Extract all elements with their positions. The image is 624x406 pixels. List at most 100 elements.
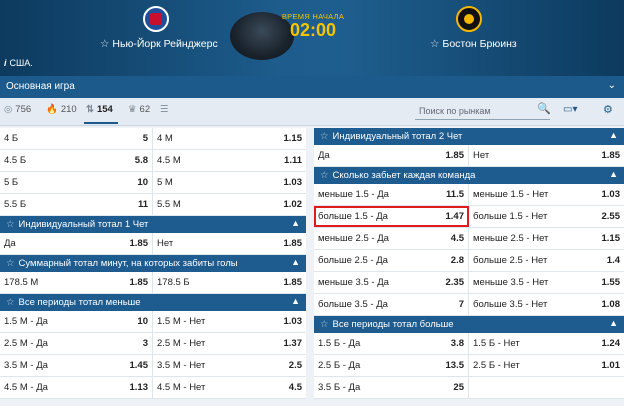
market-row: 3.5 Б - Да 25 xyxy=(314,377,624,399)
bet-outcome[interactable]: 3.5 М - Нет 2.5 xyxy=(153,355,306,376)
bet-outcome[interactable]: больше 3.5 - Нет 1.08 xyxy=(469,294,624,315)
section-header[interactable]: ☆ Индивидуальный тотал 1 Чет ▲ xyxy=(0,216,306,233)
bet-outcome[interactable]: 2.5 Б - Нет 1.01 xyxy=(469,355,624,376)
collapse-icon[interactable]: ▲ xyxy=(609,130,618,140)
collapse-icon[interactable]: ▲ xyxy=(609,318,618,328)
bet-outcome[interactable]: 5 Б 10 xyxy=(0,172,153,193)
odds-value: 3.8 xyxy=(450,338,464,349)
section-header[interactable]: ☆ Суммарный тотал минут, на которых забит… xyxy=(0,255,306,272)
bet-outcome[interactable]: 178.5 М 1.85 xyxy=(0,272,153,293)
collapse-icon[interactable]: ▲ xyxy=(291,296,300,306)
bet-outcome[interactable]: больше 2.5 - Да 2.8 xyxy=(314,250,469,271)
bet-outcome[interactable]: 3.5 Б - Да 25 xyxy=(314,377,469,398)
collapse-icon[interactable]: ▲ xyxy=(291,257,300,267)
filter-popular[interactable]: 🔥 210 xyxy=(46,104,77,115)
outcome-label: 4 Б xyxy=(4,133,19,144)
outcome-label: меньше 1.5 - Нет xyxy=(473,189,549,200)
bet-outcome[interactable]: Нет 1.85 xyxy=(153,233,306,254)
outcome-label: 5.5 М xyxy=(157,199,181,210)
bet-outcome[interactable]: Нет 1.85 xyxy=(469,145,624,166)
odds-value: 1.47 xyxy=(445,211,465,222)
filter-all[interactable]: ◎ 756 xyxy=(4,104,31,115)
odds-value: 13.5 xyxy=(445,360,465,371)
bet-outcome[interactable]: 2.5 Б - Да 13.5 xyxy=(314,355,469,376)
outcome-label: 1.5 М - Да xyxy=(4,316,48,327)
layout-icon[interactable]: ▭▾ xyxy=(563,104,577,115)
bet-outcome[interactable]: меньше 1.5 - Нет 1.03 xyxy=(469,184,624,205)
bet-outcome[interactable]: 1.5 Б - Да 3.8 xyxy=(314,333,469,354)
bet-outcome[interactable]: меньше 2.5 - Нет 1.15 xyxy=(469,228,624,249)
bet-outcome[interactable]: 4 М 1.15 xyxy=(153,128,306,149)
bet-outcome[interactable]: меньше 1.5 - Да 11.5 xyxy=(314,184,469,205)
settings-icon[interactable]: ⚙ xyxy=(603,103,613,116)
cup-icon: ♛ xyxy=(128,104,137,115)
home-team[interactable]: ☆ Нью-Йорк Рейнджерс xyxy=(100,38,218,50)
main-game-bar[interactable]: Основная игра ⌄ xyxy=(0,76,624,98)
filter-totals[interactable]: ⇅ 154 xyxy=(86,104,113,115)
odds-value: 1.03 xyxy=(283,316,303,327)
left-column: 4 Б 5 4 М 1.15 4.5 Б 5.8 4.5 М 1.11 5 Б 10 5 М 1.03… xyxy=(0,128,306,399)
bet-outcome[interactable]: меньше 3.5 - Да 2.35 xyxy=(314,272,469,293)
collapse-icon[interactable]: ▲ xyxy=(291,218,300,228)
star-icon[interactable]: ☆ xyxy=(320,131,329,142)
star-icon[interactable]: ☆ xyxy=(320,319,329,330)
bet-outcome[interactable]: меньше 2.5 - Да 4.5 xyxy=(314,228,469,249)
bet-outcome[interactable]: 4 Б 5 xyxy=(0,128,153,149)
search-icon[interactable]: 🔍 xyxy=(537,102,551,115)
filter-menu[interactable]: ☰ xyxy=(160,104,172,115)
bet-outcome[interactable]: Да 1.85 xyxy=(0,233,153,254)
odds-value: 1.15 xyxy=(601,233,621,244)
odds-value: 1.01 xyxy=(601,360,621,371)
odds-value: 5 xyxy=(142,133,148,144)
odds-value: 11 xyxy=(137,199,148,210)
section-header[interactable]: ☆ Все периоды тотал меньше ▲ xyxy=(0,294,306,311)
market-row: 1.5 Б - Да 3.8 1.5 Б - Нет 1.24 xyxy=(314,333,624,355)
bet-outcome[interactable]: 4.5 М - Да 1.13 xyxy=(0,377,153,398)
star-icon[interactable]: ☆ xyxy=(6,219,15,230)
bet-outcome[interactable]: 4.5 М - Нет 4.5 xyxy=(153,377,306,398)
bet-outcome[interactable]: 4.5 М 1.11 xyxy=(153,150,306,171)
bet-outcome[interactable]: 4.5 Б 5.8 xyxy=(0,150,153,171)
bet-outcome[interactable]: 1.5 Б - Нет 1.24 xyxy=(469,333,624,354)
odds-value: 2.55 xyxy=(601,211,621,222)
bet-outcome[interactable]: больше 2.5 - Нет 1.4 xyxy=(469,250,624,271)
bet-outcome[interactable]: 1.5 М - Нет 1.03 xyxy=(153,311,306,332)
outcome-label: 1.5 М - Нет xyxy=(157,316,206,327)
outcome-label: Да xyxy=(318,150,330,161)
collapse-icon[interactable]: ▲ xyxy=(609,169,618,179)
market-search-input[interactable]: Поиск по рынкам xyxy=(415,103,550,120)
market-row: меньше 1.5 - Да 11.5 меньше 1.5 - Нет 1.03 xyxy=(314,184,624,206)
bet-outcome[interactable]: 3.5 М - Да 1.45 xyxy=(0,355,153,376)
outcome-label: меньше 1.5 - Да xyxy=(318,189,389,200)
bet-outcome[interactable]: Да 1.85 xyxy=(314,145,469,166)
filter-special[interactable]: ♛ 62 xyxy=(128,104,150,115)
filter-bar: ◎ 756 🔥 210 ⇅ 154 ♛ 62 ☰ Поиск по рынкам 🔍 ▭… xyxy=(0,98,624,126)
section-header[interactable]: ☆ Все периоды тотал больше ▲ xyxy=(314,316,624,333)
star-icon[interactable]: ☆ xyxy=(100,38,109,50)
bet-outcome[interactable]: больше 1.5 - Нет 2.55 xyxy=(469,206,624,227)
chevron-down-icon[interactable]: ⌄ xyxy=(608,80,616,91)
bet-outcome[interactable]: 2.5 М - Да 3 xyxy=(0,333,153,354)
flame-icon: 🔥 xyxy=(46,104,58,115)
filter-all-count: 756 xyxy=(15,104,32,115)
away-team[interactable]: ☆ Бостон Брюинз xyxy=(430,38,517,50)
bet-outcome[interactable]: 1.5 М - Да 10 xyxy=(0,311,153,332)
odds-value: 10 xyxy=(137,316,148,327)
odds-value: 1.85 xyxy=(129,238,149,249)
bet-outcome[interactable]: больше 1.5 - Да 1.47 xyxy=(314,206,469,227)
bet-outcome[interactable]: меньше 3.5 - Нет 1.55 xyxy=(469,272,624,293)
bet-outcome[interactable]: 178.5 Б 1.85 xyxy=(153,272,306,293)
odds-value: 1.13 xyxy=(129,382,149,393)
bet-outcome[interactable]: 5.5 М 1.02 xyxy=(153,194,306,215)
section-header[interactable]: ☆ Сколько забьет каждая команда ▲ xyxy=(314,167,624,184)
market-row: Да 1.85 Нет 1.85 xyxy=(0,233,306,255)
star-icon[interactable]: ☆ xyxy=(430,38,439,50)
section-header[interactable]: ☆ Индивидуальный тотал 2 Чет ▲ xyxy=(314,128,624,145)
bet-outcome[interactable]: 5 М 1.03 xyxy=(153,172,306,193)
star-icon[interactable]: ☆ xyxy=(320,170,329,181)
star-icon[interactable]: ☆ xyxy=(6,258,15,269)
bet-outcome[interactable]: 5.5 Б 11 xyxy=(0,194,153,215)
star-icon[interactable]: ☆ xyxy=(6,297,15,308)
bet-outcome[interactable]: 2.5 М - Нет 1.37 xyxy=(153,333,306,354)
bet-outcome[interactable]: больше 3.5 - Да 7 xyxy=(314,294,469,315)
